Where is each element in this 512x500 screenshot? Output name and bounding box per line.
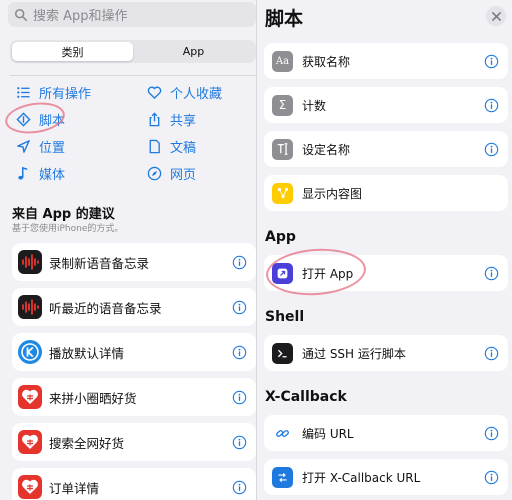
info-icon[interactable] <box>484 426 499 441</box>
k-app-icon <box>18 340 42 364</box>
category-label: 位置 <box>39 141 66 156</box>
divider <box>10 75 256 76</box>
document-icon <box>145 138 163 156</box>
action-row[interactable]: 打开 App <box>264 255 508 291</box>
action-row[interactable]: Σ 计数 <box>264 87 508 123</box>
scripting-category-pane: 脚本 Aa 获取名称 Σ 计数 设定名称 显示内容图 App 打开 App Sh… <box>257 0 512 500</box>
link-icon <box>272 422 293 444</box>
suggestions-title: 来自 App 的建议 <box>12 207 115 222</box>
suggestion-label: 播放默认详情 <box>49 345 125 361</box>
compass-icon <box>145 165 163 183</box>
section-title-x-callback: X-Callback <box>265 389 347 405</box>
category-location[interactable]: 位置 <box>14 137 65 156</box>
info-icon[interactable] <box>232 390 247 405</box>
info-icon[interactable] <box>232 255 247 270</box>
search-placeholder: 搜索 App和操作 <box>33 9 128 24</box>
close-icon <box>491 11 501 21</box>
info-icon[interactable] <box>484 266 499 281</box>
action-label: 编码 URL <box>302 426 354 441</box>
aa-icon: Aa <box>272 50 293 72</box>
panel-title: 脚本 <box>265 8 304 30</box>
category-label: 所有操作 <box>39 87 92 102</box>
action-label: 获取名称 <box>302 54 351 69</box>
suggestion-row[interactable]: 订单详情 <box>12 468 256 500</box>
suggestion-label: 录制新语音备忘录 <box>49 255 150 271</box>
category-all-actions[interactable]: 所有操作 <box>14 83 91 102</box>
segment-app[interactable]: App <box>133 42 254 61</box>
category-documents[interactable]: 文稿 <box>145 137 196 156</box>
suggestion-row[interactable]: 播放默认详情 <box>12 333 256 371</box>
info-icon[interactable] <box>232 345 247 360</box>
search-field[interactable]: 搜索 App和操作 <box>8 2 256 27</box>
category-label: 个人收藏 <box>170 87 223 102</box>
action-row[interactable]: 显示内容图 <box>264 175 508 211</box>
suggestion-label: 订单详情 <box>49 480 100 496</box>
category-favorites[interactable]: 个人收藏 <box>145 83 222 102</box>
action-label: 通过 SSH 运行脚本 <box>302 346 406 361</box>
category-label: 共享 <box>170 114 197 129</box>
category-label: 脚本 <box>39 114 66 129</box>
category-app-segmented-control[interactable]: 类别 App <box>10 40 256 63</box>
category-label: 媒体 <box>39 168 66 183</box>
category-label: 网页 <box>170 168 197 183</box>
suggestions-subtitle: 基于您使用iPhone的方式。 <box>12 224 124 234</box>
list-icon <box>14 84 32 102</box>
category-media[interactable]: 媒体 <box>14 164 65 183</box>
heart-icon <box>145 84 163 102</box>
info-icon[interactable] <box>484 54 499 69</box>
section-title-shell: Shell <box>265 309 305 325</box>
info-icon[interactable] <box>232 300 247 315</box>
category-sharing[interactable]: 共享 <box>145 110 196 129</box>
info-icon[interactable] <box>484 98 499 113</box>
category-scripting[interactable]: 脚本 <box>14 110 65 129</box>
action-label: 设定名称 <box>302 142 351 157</box>
actions-browser-pane: 搜索 App和操作 类别 App 所有操作 个人收藏 脚本 共享 位置 文稿 媒… <box>0 0 256 500</box>
terminal-icon <box>272 342 293 364</box>
info-icon[interactable] <box>232 480 247 495</box>
content-graph-icon <box>272 182 293 204</box>
action-row[interactable]: 打开 X-Callback URL <box>264 459 508 495</box>
music-note-icon <box>14 165 32 183</box>
action-label: 计数 <box>302 98 327 113</box>
share-icon <box>145 111 163 129</box>
action-label: 显示内容图 <box>302 186 363 201</box>
action-label: 打开 App <box>302 266 354 281</box>
voice-memo-icon <box>18 295 42 319</box>
suggestion-row[interactable]: 搜索全网好货 <box>12 423 256 461</box>
segment-category[interactable]: 类别 <box>12 42 133 61</box>
search-icon <box>14 8 28 21</box>
info-icon[interactable] <box>484 470 499 485</box>
open-app-icon <box>272 262 293 284</box>
action-label: 打开 X-Callback URL <box>302 470 421 485</box>
text-cursor-icon <box>272 138 293 160</box>
sigma-icon: Σ <box>272 94 293 116</box>
info-icon[interactable] <box>484 346 499 361</box>
info-icon[interactable] <box>232 435 247 450</box>
close-button[interactable] <box>486 6 506 26</box>
x-callback-icon <box>272 466 293 488</box>
suggestion-row[interactable]: 录制新语音备忘录 <box>12 243 256 281</box>
pinduoduo-icon <box>18 430 42 454</box>
section-title-app: App <box>265 229 296 245</box>
suggestion-label: 听最近的语音备忘录 <box>49 300 162 316</box>
info-icon[interactable] <box>484 142 499 157</box>
suggestion-label: 搜索全网好货 <box>49 435 125 451</box>
action-row[interactable]: Aa 获取名称 <box>264 43 508 79</box>
location-icon <box>14 138 32 156</box>
script-icon <box>14 111 32 129</box>
pinduoduo-icon <box>18 385 42 409</box>
suggestion-label: 来拼小圈晒好货 <box>49 390 137 406</box>
action-row[interactable]: 设定名称 <box>264 131 508 167</box>
action-row[interactable]: 通过 SSH 运行脚本 <box>264 335 508 371</box>
action-row[interactable]: 编码 URL <box>264 415 508 451</box>
category-label: 文稿 <box>170 141 197 156</box>
suggestion-row[interactable]: 来拼小圈晒好货 <box>12 378 256 416</box>
voice-memo-icon <box>18 250 42 274</box>
pinduoduo-icon <box>18 475 42 499</box>
category-web[interactable]: 网页 <box>145 164 196 183</box>
suggestion-row[interactable]: 听最近的语音备忘录 <box>12 288 256 326</box>
